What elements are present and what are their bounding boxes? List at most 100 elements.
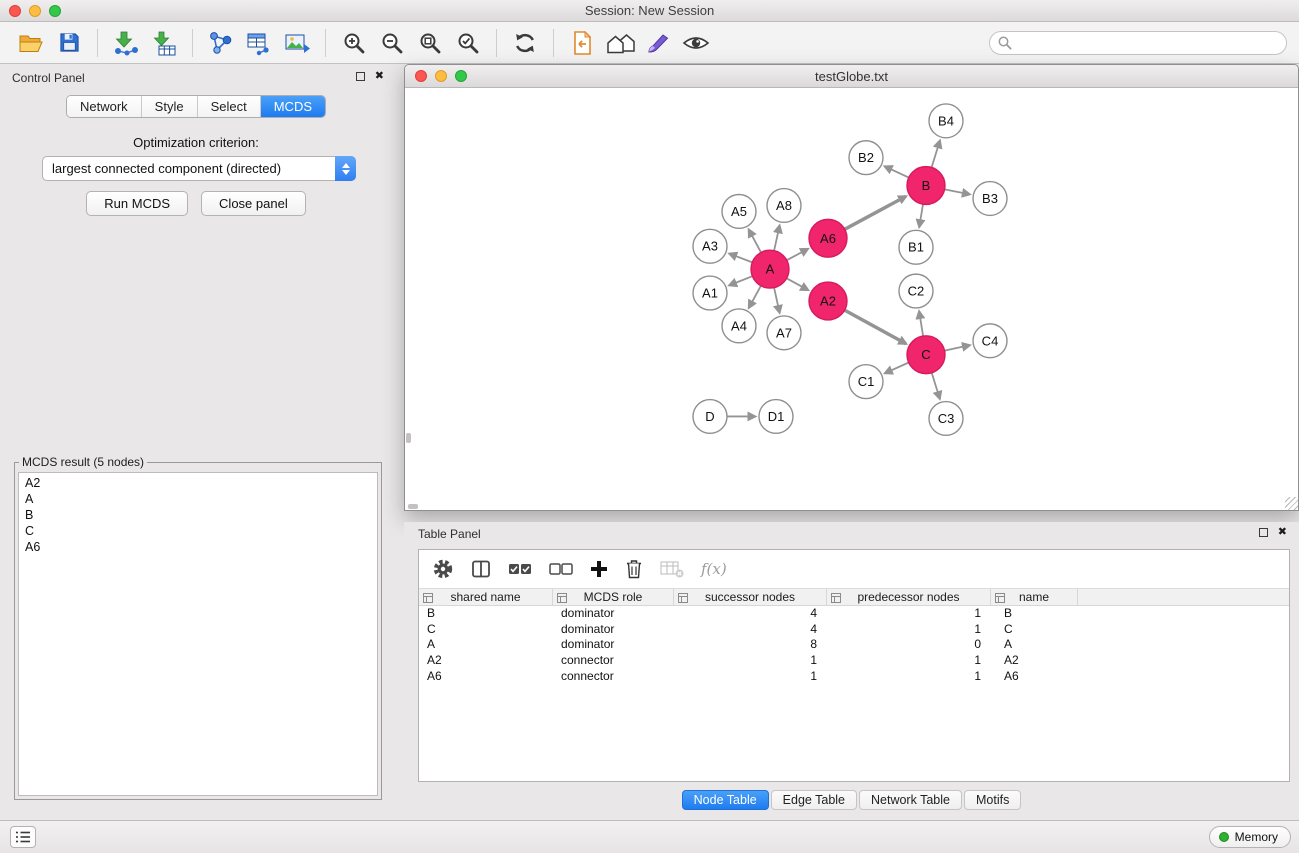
close-panel-button[interactable]: Close panel <box>201 191 306 216</box>
column-header-MCDS-role[interactable]: MCDS role <box>553 589 674 605</box>
edge-A-A5[interactable] <box>749 230 761 253</box>
edge-A-A6[interactable] <box>787 249 808 260</box>
table-cell: A6 <box>419 669 553 685</box>
table-cell: A <box>991 637 1078 653</box>
table-row[interactable]: Cdominator41C <box>419 622 1289 638</box>
edge-C-C3[interactable] <box>932 373 940 399</box>
function-builder-button[interactable]: f(x) <box>701 560 727 578</box>
edge-C-C2[interactable] <box>919 312 923 336</box>
tab-mcds[interactable]: MCDS <box>260 96 325 117</box>
table-cell: C <box>419 622 553 638</box>
table-cell: 4 <box>674 622 827 638</box>
toolbar-separator <box>97 29 98 57</box>
edge-A-A1[interactable] <box>730 276 753 285</box>
zoom-selected-icon <box>456 31 480 55</box>
mcds-result-item[interactable]: C <box>19 523 377 539</box>
tab-edge-table[interactable]: Edge Table <box>771 790 857 810</box>
new-network-table-button[interactable] <box>240 26 278 60</box>
edge-B-B3[interactable] <box>945 189 970 194</box>
edge-C-C4[interactable] <box>945 345 970 350</box>
zoom-selected-button[interactable] <box>449 26 487 60</box>
criterion-dropdown[interactable]: largest connected component (directed) <box>42 156 356 181</box>
open-session-button[interactable] <box>12 26 50 60</box>
node-label: D1 <box>768 409 785 424</box>
node-label: A1 <box>702 286 718 301</box>
float-panel-icon[interactable] <box>1259 528 1268 537</box>
column-header-successor-nodes[interactable]: successor nodes <box>674 589 827 605</box>
tab-select[interactable]: Select <box>197 96 260 117</box>
toolbar-separator <box>325 29 326 57</box>
import-table-button[interactable] <box>145 26 183 60</box>
table-row[interactable]: A2connector11A2 <box>419 653 1289 669</box>
dropdown-stepper-icon <box>335 156 356 181</box>
network-canvas[interactable]: B4B2BB3A5A8A6B1A3AC2A1A2A4A7CC4C1C3DD1 <box>405 88 1298 510</box>
style-brush-button[interactable] <box>639 26 677 60</box>
tab-style[interactable]: Style <box>141 96 197 117</box>
mcds-result-item[interactable]: A <box>19 491 377 507</box>
delete-column-button[interactable] <box>625 559 643 579</box>
graphics-details-button[interactable] <box>677 26 715 60</box>
import-network-button[interactable] <box>107 26 145 60</box>
column-header-shared-name[interactable]: shared name <box>419 589 553 605</box>
edge-A2-C[interactable] <box>845 310 906 344</box>
toolbar-separator <box>496 29 497 57</box>
edge-A-A3[interactable] <box>730 254 753 263</box>
optimization-criterion-label: Optimization criterion: <box>0 135 392 150</box>
tab-node-table[interactable]: Node Table <box>682 790 769 810</box>
tab-motifs[interactable]: Motifs <box>964 790 1021 810</box>
tab-network-table[interactable]: Network Table <box>859 790 962 810</box>
return-document-button[interactable] <box>563 26 601 60</box>
edge-A-A7[interactable] <box>774 288 779 313</box>
eye-icon <box>682 33 710 53</box>
mcds-result-item[interactable]: A2 <box>19 475 377 491</box>
edge-B-B1[interactable] <box>919 204 923 226</box>
home-networks-button[interactable] <box>601 26 639 60</box>
column-header-predecessor-nodes[interactable]: predecessor nodes <box>827 589 991 605</box>
mcds-result-item[interactable]: A6 <box>19 539 377 555</box>
select-all-rows-button[interactable] <box>508 562 532 576</box>
table-settings-button[interactable] <box>432 558 454 580</box>
zoom-in-button[interactable] <box>335 26 373 60</box>
zoom-out-button[interactable] <box>373 26 411 60</box>
refresh-button[interactable] <box>506 26 544 60</box>
vertical-scrollbar-thumb[interactable] <box>406 433 411 443</box>
edge-A-A4[interactable] <box>749 286 761 308</box>
show-columns-button[interactable] <box>471 559 491 579</box>
memory-button[interactable]: Memory <box>1209 826 1291 848</box>
add-column-button[interactable] <box>590 560 608 578</box>
close-panel-icon[interactable]: ✖ <box>375 71 384 82</box>
mcds-result-item[interactable]: B <box>19 507 377 523</box>
window-resize-grip[interactable] <box>1285 497 1298 510</box>
column-header-label: shared name <box>450 590 520 604</box>
zoom-fit-button[interactable] <box>411 26 449 60</box>
save-session-button[interactable] <box>50 26 88 60</box>
edge-C-C1[interactable] <box>885 362 909 373</box>
edge-A-A2[interactable] <box>787 278 808 290</box>
table-row[interactable]: Adominator80A <box>419 637 1289 653</box>
mcds-result-list[interactable]: A2ABCA6 <box>18 472 378 796</box>
close-panel-icon[interactable]: ✖ <box>1278 527 1287 538</box>
edge-A6-B[interactable] <box>845 196 906 229</box>
horizontal-scrollbar-thumb[interactable] <box>408 504 418 509</box>
brush-icon <box>645 31 671 55</box>
network-table-icon <box>245 30 273 56</box>
new-network-button[interactable] <box>202 26 240 60</box>
application-window: Session: New Session <box>0 0 1299 853</box>
edge-B-B2[interactable] <box>885 167 909 178</box>
deselect-all-rows-button[interactable] <box>549 562 573 576</box>
search-input[interactable] <box>989 31 1287 55</box>
tab-network[interactable]: Network <box>67 96 141 117</box>
network-window-titlebar[interactable]: testGlobe.txt <box>405 65 1298 88</box>
table-row[interactable]: Bdominator41B <box>419 606 1289 622</box>
session-title: Session: New Session <box>0 3 1299 18</box>
column-header-name[interactable]: name <box>991 589 1078 605</box>
edge-B-B4[interactable] <box>932 141 940 168</box>
table-toolbar: f(x) <box>419 550 1289 588</box>
delete-table-button-disabled[interactable] <box>660 560 684 578</box>
export-image-button[interactable] <box>278 26 316 60</box>
edge-A-A8[interactable] <box>774 226 779 251</box>
task-history-button[interactable] <box>10 826 36 848</box>
run-mcds-button[interactable]: Run MCDS <box>86 191 188 216</box>
table-row[interactable]: A6connector11A6 <box>419 669 1289 685</box>
float-panel-icon[interactable] <box>356 72 365 81</box>
